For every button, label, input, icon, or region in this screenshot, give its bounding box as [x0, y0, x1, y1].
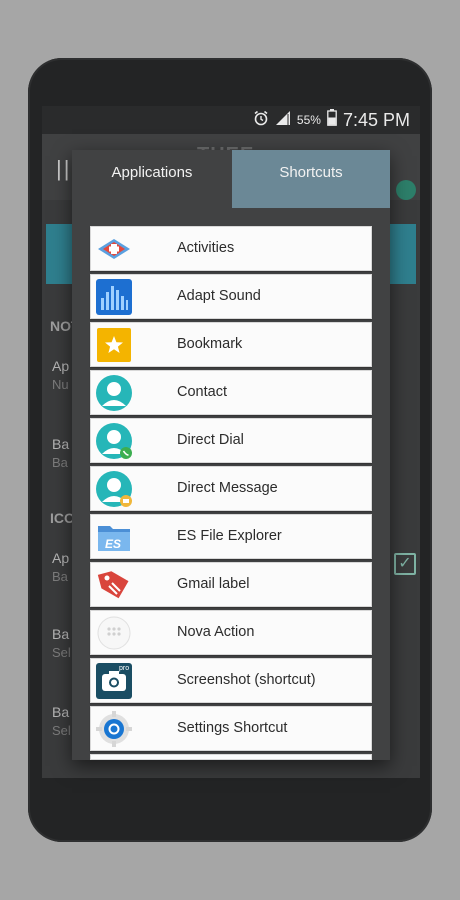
shortcut-item-label: Activities: [177, 240, 235, 256]
tab-applications[interactable]: Applications: [72, 150, 232, 208]
bookmark-icon: [95, 326, 133, 364]
shortcut-item-settings-shortcut[interactable]: Settings Shortcut: [90, 706, 372, 751]
alarm-icon: [253, 110, 269, 131]
shortcut-item-label: ES File Explorer: [177, 528, 282, 544]
background-row: Ba Ba: [52, 436, 70, 470]
background-row: Ap Ba: [52, 550, 70, 584]
screenshot-icon: pro: [95, 662, 133, 700]
signal-icon: [275, 110, 291, 131]
shortcut-item-nova-action[interactable]: Nova Action: [90, 610, 372, 655]
shortcut-item-gmail-label[interactable]: Gmail label: [90, 562, 372, 607]
shortcut-picker-dialog: Applications Shortcuts Activities Adapt …: [72, 150, 390, 760]
tab-shortcuts[interactable]: Shortcuts: [232, 150, 390, 208]
shortcut-item-contact[interactable]: Contact: [90, 370, 372, 415]
background-row: Ba Sel: [52, 626, 71, 660]
background-row: Ba Sel: [52, 704, 71, 738]
status-bar: 55% 7:45 PM: [42, 106, 420, 134]
clock: 7:45 PM: [342, 109, 410, 130]
nova-action-icon: [95, 614, 133, 652]
shortcut-item-adapt-sound[interactable]: Adapt Sound: [90, 274, 372, 319]
shortcut-item-label: Direct Dial: [177, 432, 244, 448]
shortcut-item-label: Nova Action: [177, 624, 255, 640]
shortcut-item-label: Settings Shortcut: [177, 720, 288, 736]
settings-shortcut-icon: [95, 710, 133, 748]
contact-icon: [95, 374, 133, 412]
shortcut-item-direct-message[interactable]: Direct Message: [90, 466, 372, 511]
shortcut-item-es-file-explorer[interactable]: ES ES File Explorer: [90, 514, 372, 559]
shortcut-item-direct-dial[interactable]: Direct Dial: [90, 418, 372, 463]
shortcut-item-label: Direct Message: [177, 480, 278, 496]
shortcut-item-screenshot[interactable]: pro Screenshot (shortcut): [90, 658, 372, 703]
activities-icon: [95, 230, 133, 268]
shortcut-item-label: Adapt Sound: [177, 288, 261, 304]
background-fab-dot: [396, 180, 416, 200]
shortcut-item-partial[interactable]: [90, 754, 372, 760]
adapt-sound-icon: [95, 278, 133, 316]
battery-icon: [327, 109, 337, 131]
shortcut-item-label: Gmail label: [177, 576, 250, 592]
shortcut-item-activities[interactable]: Activities: [90, 226, 372, 271]
svg-text:pro: pro: [119, 665, 129, 672]
direct-dial-icon: [95, 422, 133, 460]
background-row: Ap Nu: [52, 358, 70, 392]
svg-text:ES: ES: [105, 537, 121, 551]
direct-message-icon: [95, 470, 133, 508]
shortcut-item-label: Contact: [177, 384, 227, 400]
battery-percent: 55%: [296, 113, 321, 127]
gmail-label-icon: [95, 566, 133, 604]
shortcut-item-bookmark[interactable]: Bookmark: [90, 322, 372, 367]
es-file-explorer-icon: ES: [95, 518, 133, 556]
shortcut-item-label: Bookmark: [177, 336, 243, 352]
dialog-tabs: Applications Shortcuts: [72, 150, 390, 208]
background-checkbox: ✓: [394, 553, 416, 575]
shortcut-item-label: Screenshot (shortcut): [177, 672, 316, 688]
